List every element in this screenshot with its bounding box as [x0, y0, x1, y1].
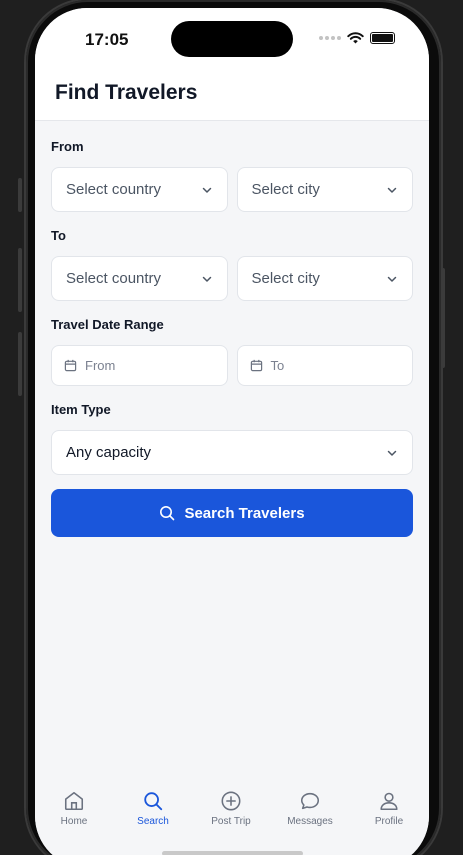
- side-button: [18, 332, 22, 396]
- to-city-placeholder: Select city: [251, 270, 320, 287]
- to-country-select[interactable]: Select country: [51, 256, 228, 301]
- date-range-label: Travel Date Range: [51, 317, 164, 332]
- nav-item-messages[interactable]: Messages: [275, 790, 345, 827]
- from-label: From: [51, 139, 84, 154]
- battery-icon: [370, 32, 395, 44]
- page-header: Find Travelers: [35, 70, 429, 121]
- from-country-select[interactable]: Select country: [51, 167, 228, 212]
- app-screen: 17:05 Find Travelers From Select country…: [35, 8, 429, 855]
- date-to-input[interactable]: To: [236, 345, 413, 386]
- home-indicator: [162, 851, 303, 855]
- side-button: [18, 248, 22, 312]
- calendar-icon: [64, 359, 77, 372]
- nav-label: Home: [60, 816, 88, 827]
- nav-label: Search: [137, 816, 169, 827]
- search-icon: [160, 506, 175, 521]
- nav-item-home[interactable]: Home: [39, 790, 109, 827]
- status-time: 17:05: [85, 30, 129, 49]
- nav-label: Messages: [287, 816, 333, 827]
- side-button: [441, 268, 445, 368]
- date-from-placeholder: From: [85, 358, 116, 373]
- side-button: [18, 178, 22, 212]
- nav-item-profile[interactable]: Profile: [354, 790, 424, 827]
- search-form: From Select country Select city To Selec…: [51, 139, 413, 537]
- calendar-icon: [250, 359, 262, 372]
- date-from-input[interactable]: From: [51, 345, 228, 386]
- to-city-select[interactable]: Select city: [236, 256, 413, 301]
- item-type-select[interactable]: Any capacity: [51, 430, 413, 475]
- chevron-down-icon: [387, 276, 397, 282]
- wifi-icon: [347, 32, 364, 44]
- dynamic-island: [171, 21, 293, 57]
- message-circle-icon: [300, 792, 320, 810]
- nav-label: Profile: [374, 816, 404, 827]
- chevron-down-icon: [387, 187, 397, 193]
- item-type-label: Item Type: [51, 402, 111, 417]
- from-country-placeholder: Select country: [66, 181, 162, 198]
- to-country-placeholder: Select country: [66, 270, 162, 287]
- from-city-placeholder: Select city: [251, 181, 320, 198]
- date-to-placeholder: To: [270, 358, 285, 373]
- from-city-select[interactable]: Select city: [236, 167, 413, 212]
- nav-item-post-trip[interactable]: Post Trip: [196, 790, 266, 827]
- search-button-label: Search Travelers: [184, 504, 305, 522]
- home-icon: [64, 791, 84, 811]
- status-bar: 17:05: [35, 8, 429, 70]
- nav-label: Post Trip: [211, 816, 251, 827]
- status-icons: [319, 32, 395, 44]
- user-icon: [380, 792, 398, 811]
- chevron-down-icon: [202, 276, 211, 282]
- bottom-nav: Home Search Post Trip Messages Profile: [35, 780, 429, 855]
- page-title: Find Travelers: [55, 81, 198, 104]
- plus-circle-icon: [221, 791, 241, 811]
- cellular-signal-icon: [319, 36, 341, 40]
- chevron-down-icon: [387, 450, 397, 456]
- search-travelers-button[interactable]: Search Travelers: [51, 489, 413, 537]
- nav-item-search[interactable]: Search: [118, 790, 188, 827]
- to-label: To: [51, 228, 66, 243]
- chevron-down-icon: [202, 187, 211, 193]
- search-icon: [144, 792, 163, 811]
- item-type-value: Any capacity: [66, 444, 152, 461]
